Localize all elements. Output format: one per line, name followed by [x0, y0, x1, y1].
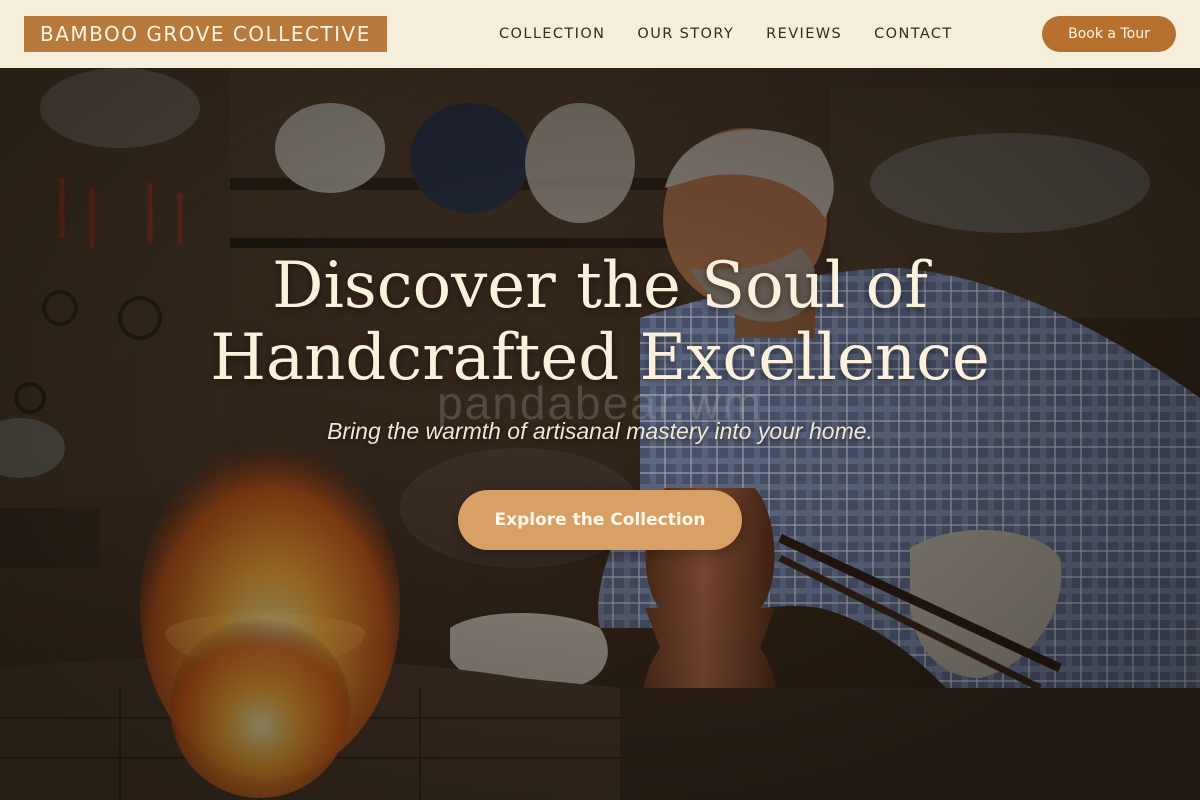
- nav-link-our-story[interactable]: OUR STORY: [637, 26, 734, 42]
- hero-subtitle: Bring the warmth of artisanal mastery in…: [327, 418, 873, 444]
- nav-link-collection[interactable]: COLLECTION: [499, 26, 605, 42]
- hero-section: Discover the Soul of Handcrafted Excelle…: [0, 68, 1200, 800]
- hero-title: Discover the Soul of Handcrafted Excelle…: [0, 250, 1200, 394]
- brand-logo[interactable]: BAMBOO GROVE COLLECTIVE: [24, 16, 387, 52]
- explore-collection-button[interactable]: Explore the Collection: [458, 490, 742, 550]
- nav-link-reviews[interactable]: REVIEWS: [766, 26, 842, 42]
- book-tour-button[interactable]: Book a Tour: [1042, 16, 1176, 52]
- hero-title-line-1: Discover the Soul of: [272, 249, 928, 323]
- nav-link-contact[interactable]: CONTACT: [874, 26, 953, 42]
- site-header: BAMBOO GROVE COLLECTIVE COLLECTION OUR S…: [0, 0, 1200, 68]
- main-nav: COLLECTION OUR STORY REVIEWS CONTACT: [499, 0, 953, 68]
